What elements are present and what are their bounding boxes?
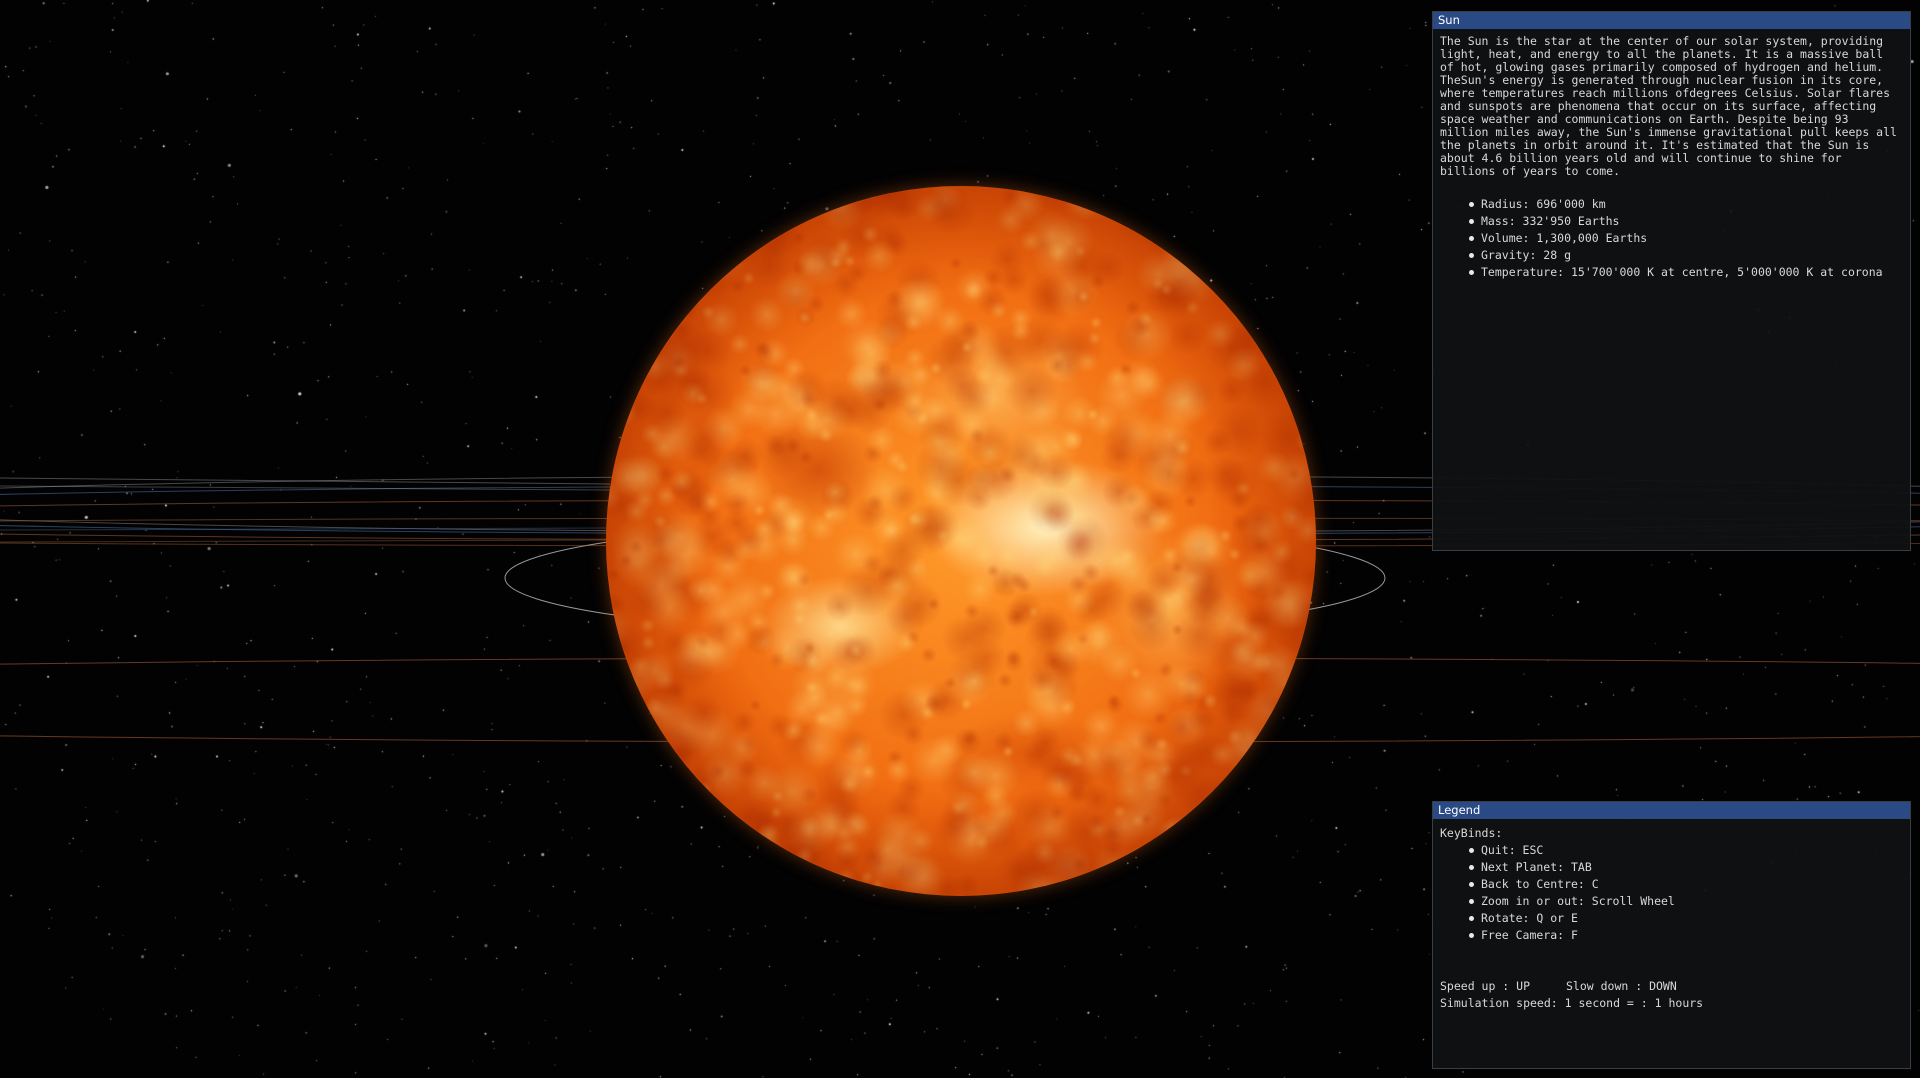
- info-panel-body: The Sun is the star at the center of our…: [1433, 29, 1910, 287]
- keybind-quit: Quit: ESC: [1481, 843, 1544, 857]
- bullet-icon: [1469, 219, 1474, 224]
- fact-item: Radius: 696'000 km: [1440, 196, 1903, 213]
- keybinds-label: KeyBinds:: [1440, 826, 1503, 840]
- legend-panel-body: KeyBinds: Quit: ESC Next Planet: TAB Bac…: [1433, 819, 1910, 1018]
- legend-panel[interactable]: Legend KeyBinds: Quit: ESC Next Planet: …: [1432, 801, 1911, 1069]
- slow-down-label: Slow down : DOWN: [1566, 979, 1677, 993]
- keybind-item: Quit: ESC: [1440, 842, 1903, 859]
- speed-up-label: Speed up : UP: [1440, 979, 1531, 993]
- keybind-free-camera: Free Camera: F: [1481, 928, 1578, 942]
- fact-gravity: Gravity: 28 g: [1481, 248, 1572, 262]
- simulation-speed-label: Simulation speed: 1 second = : 1 hours: [1440, 996, 1704, 1010]
- keybind-next-planet: Next Planet: TAB: [1481, 860, 1592, 874]
- bullet-icon: [1469, 848, 1474, 853]
- bullet-icon: [1469, 253, 1474, 258]
- keybind-item: Back to Centre: C: [1440, 876, 1903, 893]
- fact-item: Temperature: 15'700'000 K at centre, 5'0…: [1440, 264, 1903, 281]
- keybind-item: Zoom in or out: Scroll Wheel: [1440, 893, 1903, 910]
- legend-spacer: [1440, 944, 1903, 978]
- fact-item: Gravity: 28 g: [1440, 247, 1903, 264]
- keybind-item: Free Camera: F: [1440, 927, 1903, 944]
- sun-surface-texture: [606, 186, 1316, 896]
- fact-volume: Volume: 1,300,000 Earths: [1481, 231, 1648, 245]
- bullet-icon: [1469, 882, 1474, 887]
- orbit-outer-line-1: [0, 477, 611, 485]
- legend-panel-title[interactable]: Legend: [1433, 802, 1910, 819]
- keybind-back-to-centre: Back to Centre: C: [1481, 877, 1599, 891]
- bullet-icon: [1469, 202, 1474, 207]
- fact-radius: Radius: 696'000 km: [1481, 197, 1606, 211]
- sun-sphere[interactable]: [606, 186, 1316, 896]
- keybind-rotate: Rotate: Q or E: [1481, 911, 1578, 925]
- keybinds-list: Quit: ESC Next Planet: TAB Back to Centr…: [1440, 842, 1903, 944]
- keybind-zoom: Zoom in or out: Scroll Wheel: [1481, 894, 1675, 908]
- fact-item: Mass: 332'950 Earths: [1440, 213, 1903, 230]
- speed-controls-row: Speed up : UP Slow down : DOWN: [1440, 978, 1903, 995]
- fact-mass: Mass: 332'950 Earths: [1481, 214, 1620, 228]
- bullet-icon: [1469, 270, 1474, 275]
- bullet-icon: [1469, 865, 1474, 870]
- bullet-icon: [1469, 933, 1474, 938]
- keybind-item: Next Planet: TAB: [1440, 859, 1903, 876]
- bullet-icon: [1469, 899, 1474, 904]
- fact-temperature: Temperature: 15'700'000 K at centre, 5'0…: [1481, 265, 1883, 279]
- info-panel[interactable]: Sun The Sun is the star at the center of…: [1432, 11, 1911, 551]
- orbit-outer-line-4: [0, 539, 611, 543]
- keybind-item: Rotate: Q or E: [1440, 910, 1903, 927]
- body-description: The Sun is the star at the center of our…: [1440, 34, 1897, 178]
- bullet-icon: [1469, 236, 1474, 241]
- body-facts-list: Radius: 696'000 km Mass: 332'950 Earths …: [1440, 196, 1903, 281]
- info-panel-title[interactable]: Sun: [1433, 12, 1910, 29]
- bullet-icon: [1469, 916, 1474, 921]
- fact-item: Volume: 1,300,000 Earths: [1440, 230, 1903, 247]
